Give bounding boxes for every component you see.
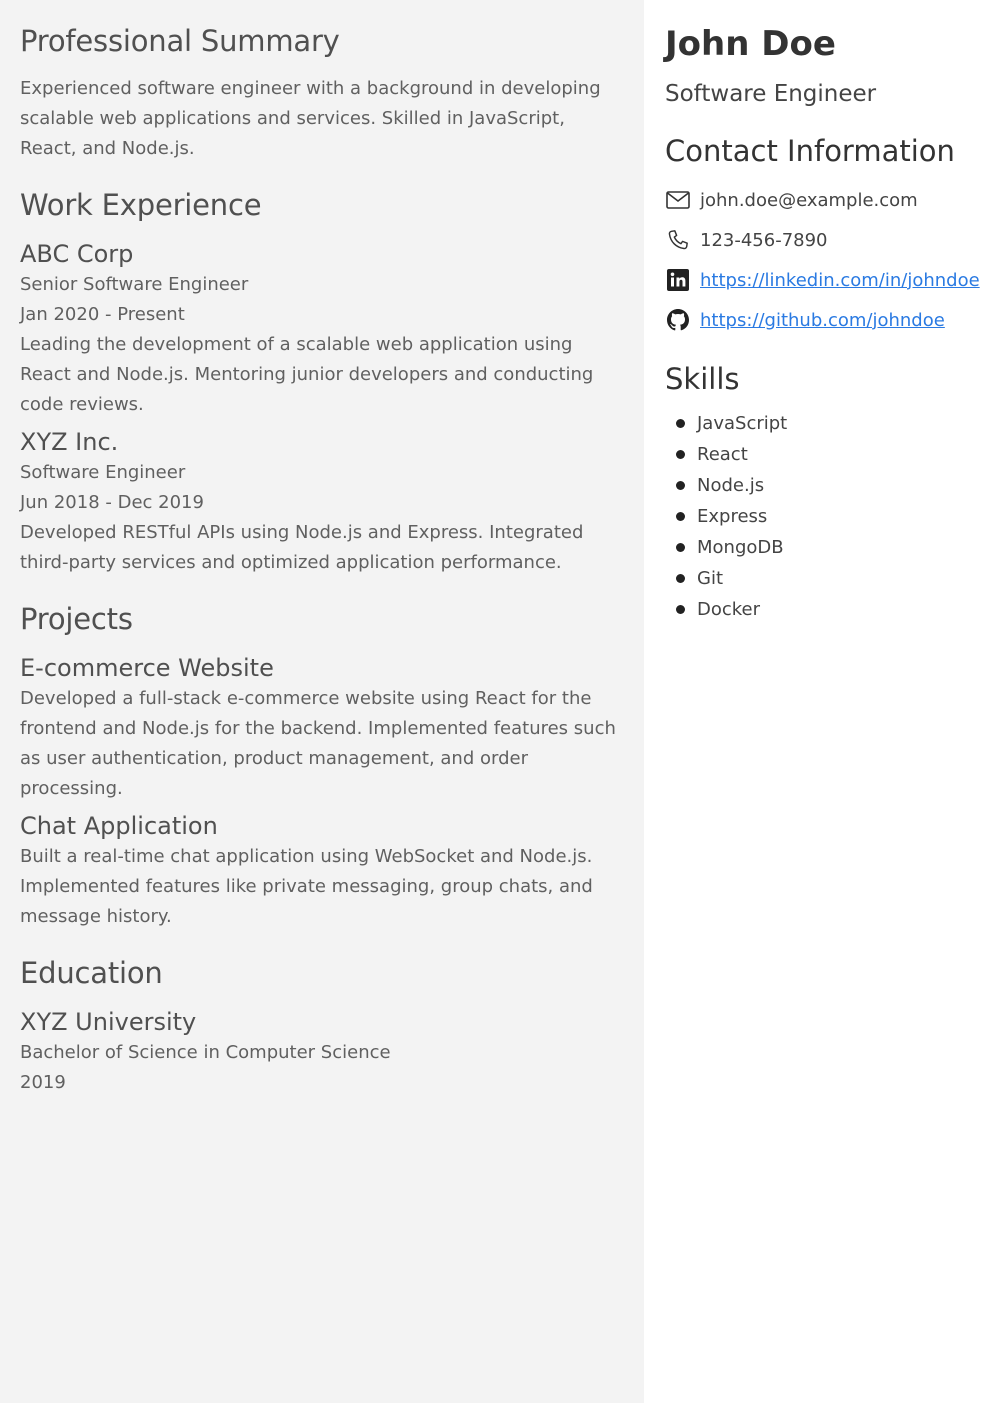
project-description: Built a real-time chat application using… (20, 846, 593, 927)
list-item: Git (665, 563, 982, 594)
contact-email-row: john.doe@example.com (665, 180, 982, 220)
skill-label: JavaScript (697, 413, 788, 434)
skill-label: Docker (697, 599, 761, 620)
contact-linkedin-row: https://linkedin.com/in/johndoe (665, 260, 982, 300)
contact-phone-row: 123-456-7890 (665, 220, 982, 260)
job-company: ABC Corp (20, 240, 134, 268)
job-entry: XYZ Inc. Software Engineer Jun 2018 - De… (20, 426, 624, 578)
experience-heading: Work Experience (20, 188, 262, 222)
education-heading: Education (20, 956, 163, 990)
job-role: Senior Software Engineer (20, 274, 249, 295)
bullet-icon (676, 605, 685, 614)
contact-email[interactable]: john.doe@example.com (700, 190, 918, 211)
linkedin-link[interactable]: https://linkedin.com/in/johndoe (700, 270, 980, 291)
github-link[interactable]: https://github.com/johndoe (700, 310, 945, 331)
education-section: Education XYZ University Bachelor of Sci… (20, 954, 624, 1098)
bullet-icon (676, 574, 685, 583)
project-description: Developed a full-stack e-commerce websit… (20, 688, 616, 799)
job-role: Software Engineer (20, 462, 186, 483)
bullet-icon (676, 450, 685, 459)
main-column: Professional Summary Experienced softwar… (0, 0, 644, 1403)
education-school: XYZ University (20, 1008, 197, 1036)
list-item: Express (665, 501, 982, 532)
list-item: JavaScript (665, 408, 982, 439)
projects-section: Projects E-commerce Website Developed a … (20, 600, 624, 932)
bullet-icon (676, 512, 685, 521)
bullet-icon (676, 419, 685, 428)
job-company: XYZ Inc. (20, 428, 119, 456)
job-description: Leading the development of a scalable we… (20, 334, 594, 415)
list-item: Docker (665, 594, 982, 625)
github-icon (665, 307, 691, 333)
job-entry: ABC Corp Senior Software Engineer Jan 20… (20, 238, 624, 420)
summary-section: Professional Summary Experienced softwar… (20, 22, 624, 164)
bullet-icon (676, 543, 685, 552)
education-year: 2019 (20, 1072, 66, 1093)
project-name: E-commerce Website (20, 654, 274, 682)
contact-github-row: https://github.com/johndoe (665, 300, 982, 340)
phone-icon (665, 227, 691, 253)
skills-heading: Skills (665, 362, 740, 396)
list-item: Node.js (665, 470, 982, 501)
list-item: MongoDB (665, 532, 982, 563)
skill-label: MongoDB (697, 537, 784, 558)
linkedin-icon (665, 267, 691, 293)
project-entry: Chat Application Built a real-time chat … (20, 810, 624, 932)
skill-label: Git (697, 568, 724, 589)
projects-heading: Projects (20, 602, 133, 636)
experience-section: Work Experience ABC Corp Senior Software… (20, 186, 624, 578)
summary-text: Experienced software engineer with a bac… (20, 78, 601, 159)
bullet-icon (676, 481, 685, 490)
project-entry: E-commerce Website Developed a full-stac… (20, 652, 624, 804)
project-name: Chat Application (20, 812, 218, 840)
job-description: Developed RESTful APIs using Node.js and… (20, 522, 584, 573)
sidebar-column: John Doe Software Engineer Contact Infor… (644, 0, 992, 1403)
summary-heading: Professional Summary (20, 24, 340, 58)
job-dates: Jan 2020 - Present (20, 304, 185, 325)
skill-label: Node.js (697, 475, 765, 496)
resume-page: Professional Summary Experienced softwar… (0, 0, 992, 1403)
education-degree: Bachelor of Science in Computer Science (20, 1042, 391, 1063)
contact-phone[interactable]: 123-456-7890 (700, 230, 828, 251)
contact-heading: Contact Information (665, 134, 955, 168)
mail-icon (665, 187, 691, 213)
profile-name: John Doe (665, 24, 836, 64)
profile-title: Software Engineer (665, 81, 877, 107)
list-item: React (665, 439, 982, 470)
skills-list: JavaScript React Node.js Express MongoDB… (665, 408, 982, 625)
skill-label: React (697, 444, 748, 465)
skill-label: Express (697, 506, 768, 527)
job-dates: Jun 2018 - Dec 2019 (20, 492, 204, 513)
